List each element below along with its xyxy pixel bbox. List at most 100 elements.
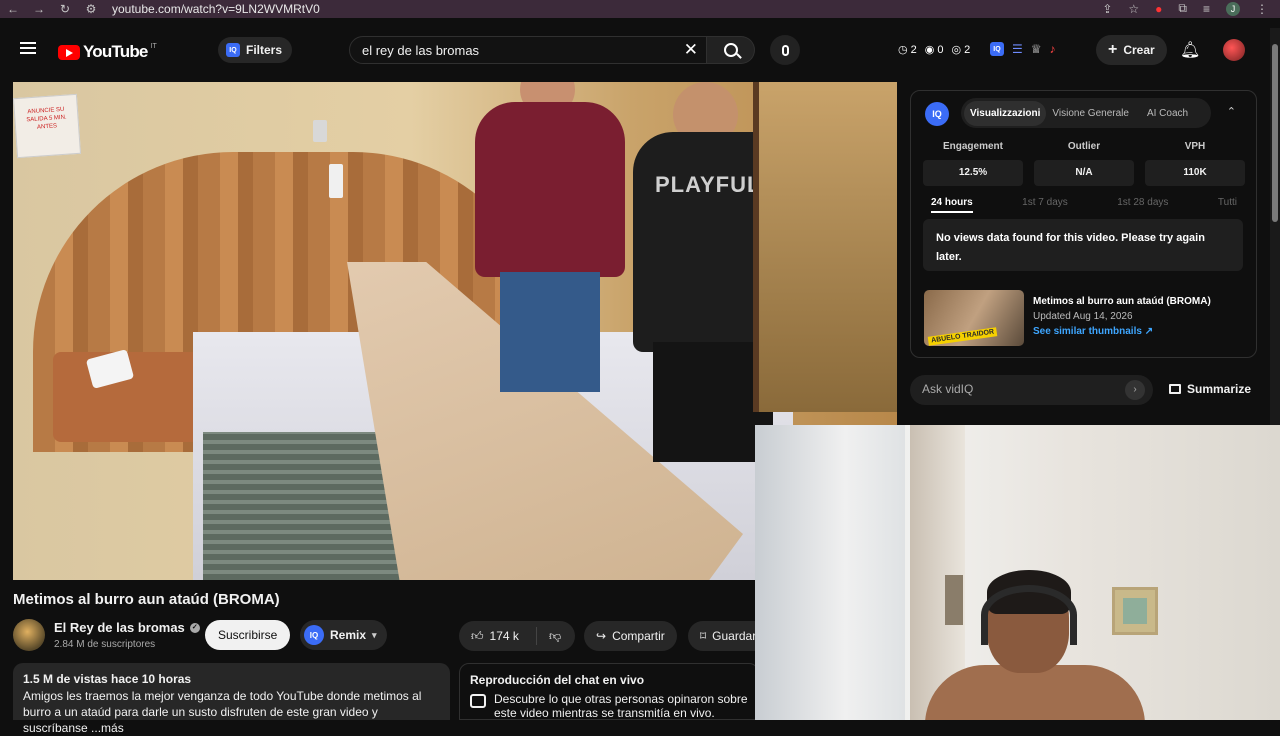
chevron-up-icon[interactable]: ⌃ (1227, 105, 1236, 118)
view-count-date: 1.5 M de vistas hace 10 horas (23, 672, 192, 686)
vidiq-filters-button[interactable]: IQ Filters (218, 37, 293, 63)
ask-vidiq-input[interactable] (922, 382, 1112, 396)
chat-replay-title: Reproducción del chat en vivo (470, 673, 645, 687)
vidiq-stats: ◷ 2 ◉ 0 ◎ 2 (898, 43, 970, 57)
thumbs-up-icon: 👍︎ (471, 628, 484, 643)
send-chevron-icon[interactable]: › (1125, 380, 1145, 400)
tab-ai-coach[interactable]: AI Coach (1141, 101, 1194, 126)
search-icon (723, 43, 738, 57)
subscribe-button[interactable]: Suscribirse (205, 620, 291, 650)
list-icon[interactable]: ☰ (1012, 42, 1023, 56)
range-24-hours[interactable]: 24 hours (931, 197, 973, 213)
vidiq-panel: IQ Visualizzazioni Visione Generale AI C… (910, 90, 1257, 358)
live-chat-replay[interactable]: Reproducción del chat en vivo Descubre l… (459, 663, 759, 720)
thumbnail-info: Metimos al burro aun ataúd (BROMA) Updat… (1033, 296, 1211, 337)
logo-text: YouTube (83, 42, 148, 61)
thumbnail-title: Metimos al burro aun ataúd (BROMA) (1033, 296, 1211, 307)
similar-thumbnails-link[interactable]: See similar thumbnails ↗ (1033, 326, 1211, 337)
video-shirt-print: PLAYFUL (655, 172, 762, 197)
menu-dots-icon[interactable]: ⋮ (1256, 2, 1268, 16)
tab-visione-generale[interactable]: Visione Generale (1046, 101, 1135, 126)
tab-visualizzazioni[interactable]: Visualizzazioni (964, 100, 1047, 126)
range-1st-28-days[interactable]: 1st 28 days (1117, 197, 1168, 213)
youtube-logo[interactable]: YouTube IT (58, 42, 157, 62)
webcam-wall-picture (1112, 587, 1158, 635)
search-button[interactable] (707, 36, 755, 64)
share-icon: ↪ (596, 629, 607, 643)
stat-eye: ◉ 0 (924, 43, 944, 57)
search-box: ✕ (349, 36, 707, 64)
voice-search-button[interactable] (770, 35, 800, 65)
thumbnail-updated: Updated Aug 14, 2026 (1033, 311, 1133, 322)
save-button[interactable]: ⌑ Guardar (688, 621, 758, 651)
save-label: Guardar (712, 629, 757, 643)
chat-icon (470, 694, 486, 708)
plus-icon: + (1108, 41, 1118, 58)
puzzle-icon[interactable]: ⧉ (1178, 1, 1187, 16)
reading-list-icon[interactable]: ≡ (1203, 2, 1210, 16)
chat-replay-row: Descubre lo que otras personas opinaron … (470, 692, 748, 720)
video-sign-text: ANUNCIE SU SALIDA 5 MIN. ANTES (26, 106, 67, 131)
range-tutti[interactable]: Tutti (1218, 197, 1237, 213)
share-label: Compartir (612, 629, 665, 643)
notifications-bell-icon[interactable]: 🔔︎ (1180, 40, 1200, 60)
verified-icon: ✓ (189, 622, 200, 633)
webcam-window-latch (945, 575, 963, 625)
address-bar[interactable]: youtube.com/watch?v=9LN2WVMRtV0 (112, 2, 320, 16)
channel-name-link[interactable]: El Rey de las bromas ✓ (54, 620, 200, 635)
header-extension-icons: IQ ☰ ♕ ♪ (990, 42, 1056, 56)
vidiq-metrics: Engagement 12.5% Outlier N/A VPH 110K (923, 141, 1245, 186)
forward-icon[interactable]: → (26, 2, 52, 16)
video-blanket (203, 432, 403, 580)
scrollbar-thumb[interactable] (1272, 44, 1278, 222)
channel-avatar[interactable] (13, 619, 45, 651)
description-text: Amigos les traemos la mejor venganza de … (23, 689, 422, 735)
vidiq-logo-icon: IQ (925, 102, 949, 126)
range-1st-7-days[interactable]: 1st 7 days (1022, 197, 1068, 213)
like-dislike-group: 👍︎ 174 k 👎︎ (459, 621, 575, 651)
vidiq-icon: IQ (226, 43, 240, 57)
back-icon[interactable]: ← (0, 2, 26, 16)
reload-icon[interactable]: ↻ (52, 2, 78, 16)
youtube-play-icon (58, 44, 80, 60)
video-mirror (753, 82, 897, 412)
account-avatar[interactable] (1223, 39, 1245, 61)
extension-red-icon[interactable]: ● (1155, 2, 1162, 16)
video-light-switch (313, 120, 327, 142)
remix-button[interactable]: IQ Remix ▾ (300, 620, 387, 650)
site-info-icon[interactable]: ⚙ (78, 2, 104, 16)
chevron-down-icon: ▾ (372, 629, 377, 640)
video-person-red-shirt (475, 82, 625, 392)
webcam-overlay (755, 425, 1280, 720)
youtube-header: YouTube IT IQ Filters ✕ ◷2 ◉0 ◎2 IQ ☰ ♕ … (0, 28, 1270, 72)
like-button[interactable]: 👍︎ 174 k (459, 627, 537, 645)
vidiq-icon[interactable]: IQ (990, 42, 1004, 56)
browser-toolbar: ← → ↻ ⚙ youtube.com/watch?v=9LN2WVMRtV0 … (0, 0, 1280, 18)
webcam-person-body (925, 665, 1145, 720)
create-button[interactable]: + Crear (1096, 35, 1167, 65)
book-icon (1169, 384, 1181, 394)
metric-engagement: Engagement 12.5% (923, 141, 1023, 186)
profile-avatar[interactable]: J (1226, 1, 1240, 16)
trophy-icon[interactable]: ♕ (1031, 42, 1042, 56)
menu-icon[interactable] (20, 42, 36, 54)
chat-replay-text: Descubre lo que otras personas opinaron … (494, 692, 748, 720)
summarize-button[interactable]: Summarize (1169, 382, 1251, 396)
vidiq-icon: IQ (304, 625, 324, 645)
dislike-button[interactable]: 👎︎ (537, 629, 561, 644)
video-description[interactable]: 1.5 M de vistas hace 10 horas Amigos les… (13, 663, 450, 735)
like-count: 174 k (489, 629, 519, 643)
eye-outline-icon: ◎ (951, 44, 962, 56)
thumbs-down-icon: 👎︎ (549, 628, 562, 643)
clear-search-icon[interactable]: ✕ (684, 40, 698, 60)
share-button[interactable]: ↪ Compartir (584, 621, 677, 651)
install-icon[interactable]: ⇪ (1102, 2, 1112, 16)
metric-vph: VPH 110K (1145, 141, 1245, 186)
clock-icon: ◷ (898, 44, 908, 56)
video-thumbnail[interactable]: ABUELO TRAIDOR (924, 290, 1024, 346)
bookmark-star-icon[interactable]: ☆ (1128, 2, 1139, 16)
logo-region: IT (150, 42, 157, 50)
notification-bell-red-icon[interactable]: ♪ (1050, 42, 1056, 56)
subscriber-count: 2.84 M de suscriptores (54, 639, 156, 650)
search-input[interactable] (362, 43, 662, 58)
